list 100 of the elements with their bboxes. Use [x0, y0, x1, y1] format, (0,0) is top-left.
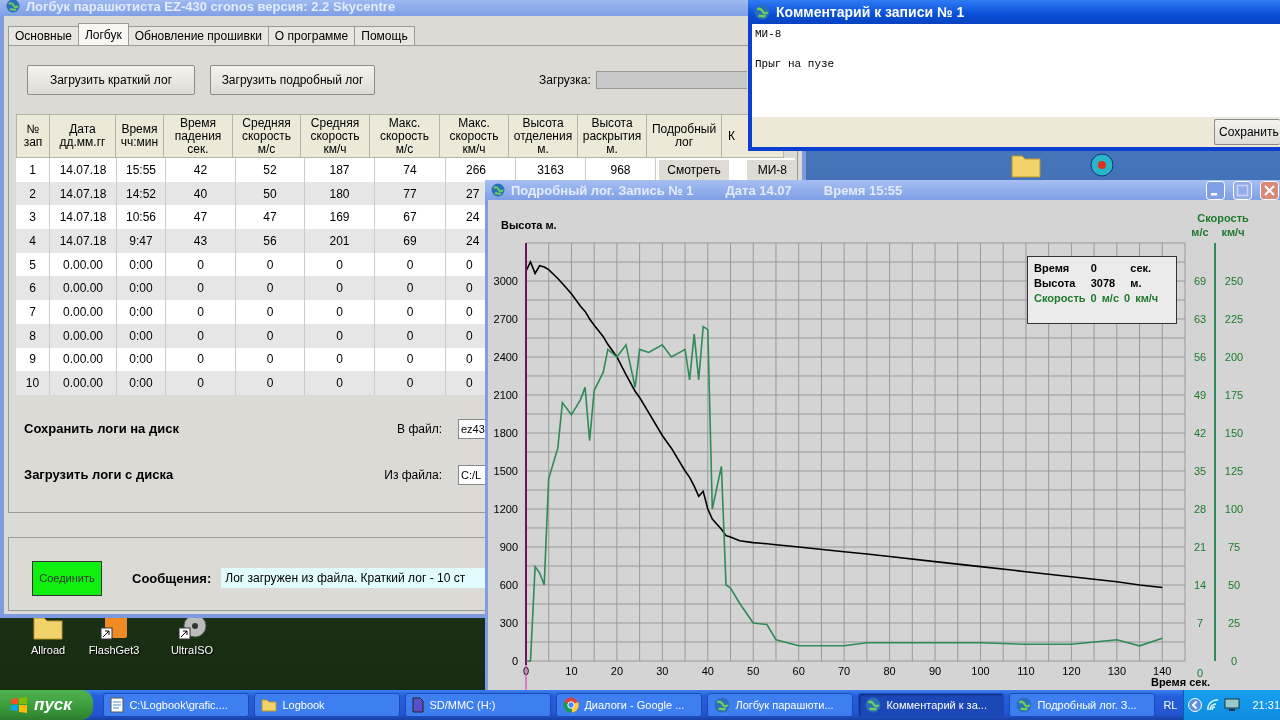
load-button[interactable]: Загрузить подробный лог [210, 65, 375, 95]
axis-tick-label: 0 [511, 655, 518, 667]
axis-tick-label: 0 [1196, 667, 1204, 679]
globe-icon [1016, 697, 1033, 713]
axis-tick-label: 35 [1193, 465, 1207, 477]
axis-tick-label: 20 [610, 665, 623, 677]
load-button[interactable]: Загрузить краткий лог [27, 65, 195, 95]
taskbar-item[interactable]: C:\Logbook\grafic.... [103, 693, 250, 717]
table-cell: 43 [166, 229, 236, 253]
file-field[interactable]: C:/L [458, 464, 486, 485]
messages-label: Сообщения: [132, 570, 212, 586]
comment-field[interactable]: МИ-8 Прыг на пузе [752, 24, 1280, 117]
browser-icon [563, 697, 580, 713]
tab[interactable]: О программе [267, 26, 356, 45]
table-cell: 8 [16, 323, 50, 348]
axis-tick-label: 200 [1224, 351, 1244, 363]
axis-tick-label: 130 [1107, 665, 1126, 677]
language-indicator[interactable]: RL [1163, 699, 1178, 711]
table-cell: 0 [166, 300, 236, 324]
taskbar-item[interactable]: Логбук парашюти... [707, 693, 854, 717]
column-header: Дата дд.мм.гг [49, 114, 116, 158]
column-header: Средняя скорость м/с [232, 114, 301, 158]
comment-button[interactable]: МИ-8 [747, 159, 795, 180]
axis-tick-label: 175 [1224, 389, 1244, 401]
axis-tick-label: 300 [499, 617, 518, 629]
tab[interactable]: Помощь [354, 26, 415, 45]
table-cell: 0 [236, 323, 305, 348]
axis-tick-label: 600 [499, 579, 518, 591]
axis-tick-label: 42 [1193, 427, 1207, 439]
message-field: Лог загружен из файла. Краткий лог - 10 ст [221, 568, 488, 588]
axis-tick-label: 21 [1193, 541, 1207, 553]
axis-tick-label: 125 [1224, 465, 1244, 477]
window-title: Логбук парашютиста EZ-430 cronos версия: 2.2 Skycentre [26, 0, 396, 14]
axis-tick-label: 0 [1230, 655, 1238, 667]
axis-tick-label: 1500 [493, 465, 518, 477]
taskbar-item[interactable]: Комментарий к за... [858, 693, 1005, 717]
axis-tick-label: 30 [656, 665, 669, 677]
column-header: Время чч:мин [115, 114, 164, 158]
table-cell: 0.00.00 [50, 371, 117, 395]
field-label: В файл: [396, 421, 442, 436]
chevron-icon[interactable] [1188, 698, 1203, 712]
taskbar-item[interactable]: Logbook [254, 693, 401, 717]
taskbar-item[interactable]: Диалоги - Google ... [556, 693, 703, 717]
axis-tick-label: 56 [1193, 351, 1207, 363]
connect-button[interactable]: Соединить [32, 560, 102, 596]
axis-tick-label: 69 [1193, 275, 1207, 287]
table-cell: 0 [166, 323, 236, 348]
globe-icon [6, 0, 20, 13]
axis-tick-label: 80 [883, 665, 896, 677]
axis-title: Скорость [1197, 212, 1249, 224]
icon-label[interactable]: FlashGet3 [88, 644, 140, 656]
globe-icon [754, 4, 770, 20]
comment-text: МИ-8 [755, 27, 782, 42]
axis-tick-label: 63 [1193, 313, 1207, 325]
globe-icon [865, 697, 882, 713]
table-cell: 10 [16, 371, 50, 395]
icon-label[interactable]: Allroad [30, 644, 66, 656]
progress-label: Загрузка: [539, 73, 591, 87]
table-cell: 0 [305, 371, 375, 395]
axis-tick-label: 0 [522, 665, 530, 677]
taskbar-item[interactable]: Подробный лог. З... [1009, 693, 1156, 717]
table-cell: 74 [375, 158, 446, 182]
clock: 21:31 [1252, 699, 1280, 711]
tab[interactable]: Основные [8, 26, 79, 45]
table-cell: 52 [236, 158, 305, 182]
axis-tick-label: 60 [792, 665, 805, 677]
icon-label[interactable]: UltraISO [170, 644, 214, 656]
readout-label: Скорость [1034, 291, 1086, 304]
folder-icon [261, 698, 278, 712]
comment-text: Прыг на пузе [755, 57, 835, 72]
monitor-icon[interactable] [1224, 698, 1241, 712]
table-cell: 4 [16, 229, 50, 253]
axis-tick-label: 90 [928, 665, 942, 677]
globe-icon [714, 697, 731, 713]
axis-tick-label: 25 [1227, 617, 1241, 629]
readout-value: 0 [1090, 291, 1097, 304]
table-cell: 187 [305, 158, 375, 182]
axis-tick-label: 10 [565, 665, 578, 677]
axis-tick-label: 100 [971, 665, 990, 677]
tab[interactable]: Логбук [77, 23, 129, 45]
column-header: Высота отделения м. [508, 114, 578, 158]
field-label: Из файла: [383, 467, 442, 482]
column-header: Подробный лог [646, 114, 722, 158]
signal-icon[interactable] [1206, 698, 1221, 712]
table-cell: 0.00.00 [50, 323, 117, 348]
axis-tick-label: 40 [701, 665, 714, 677]
table-cell: 0 [375, 300, 446, 324]
tab[interactable]: Обновление прошивки [127, 26, 269, 45]
readout-label: Высота [1034, 276, 1077, 289]
table-cell: 42 [166, 158, 236, 182]
axis-tick-label: 225 [1224, 313, 1244, 325]
file-field[interactable]: ez43 [458, 418, 486, 439]
readout-value: 0 [1090, 261, 1098, 274]
column-header: Макс. скорость м/с [369, 114, 440, 158]
save-button[interactable]: Сохранить [1214, 119, 1280, 145]
taskbar-item[interactable]: SD/MMC (H:) [405, 693, 552, 717]
table-cell: 1 [16, 158, 50, 182]
view-button[interactable]: Смотреть [659, 159, 729, 180]
table-cell: 56 [236, 229, 305, 253]
table-cell: 0 [166, 371, 236, 395]
